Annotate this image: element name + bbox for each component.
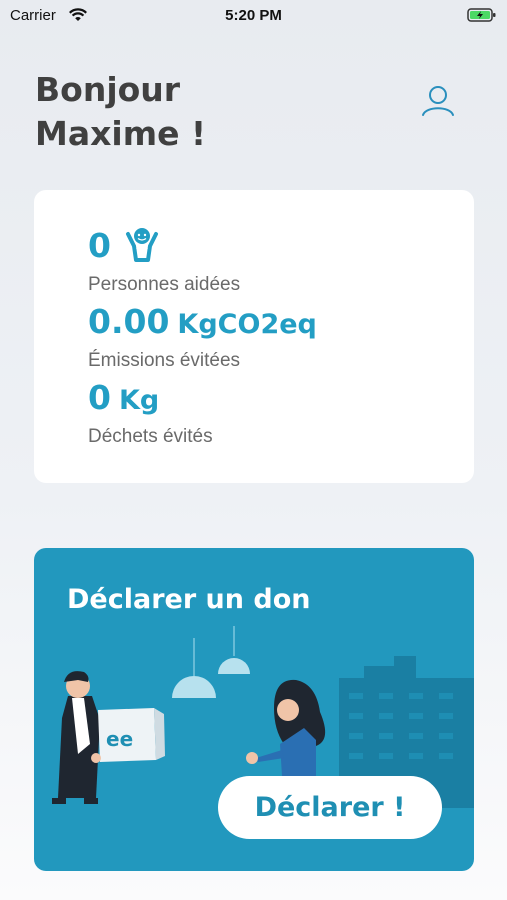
people-icon <box>122 226 162 264</box>
waste-value: 0 Kg <box>88 378 160 417</box>
status-time: 5:20 PM <box>225 7 282 24</box>
stats-card: 0 Personnes aidées 0.00 KgCO2eq Émissions… <box>34 190 474 483</box>
emissions-value: 0.00 KgCO2eq <box>88 302 317 341</box>
emissions-label: Émissions évitées <box>88 350 241 371</box>
greeting-line-1: Bonjour <box>35 70 181 109</box>
battery-icon <box>467 7 497 27</box>
declare-donation-card[interactable]: ee Déclarer un don Déclarer ! <box>34 548 474 871</box>
page-title: Bonjour Maxime ! <box>35 68 206 156</box>
people-helped-value: 0 <box>88 226 111 265</box>
people-helped-label: Personnes aidées <box>88 274 241 295</box>
man-with-box-illustration: ee <box>52 671 165 804</box>
profile-button[interactable] <box>418 82 458 122</box>
waste-unit: Kg <box>118 385 160 416</box>
greeting-line-2: Maxime ! <box>35 114 207 153</box>
declare-button[interactable]: Déclarer ! <box>218 776 442 839</box>
emissions-unit: KgCO2eq <box>177 309 317 340</box>
woman-illustration <box>246 679 326 776</box>
status-bar: Carrier 5:20 PM <box>0 0 507 32</box>
waste-label: Déchets évités <box>88 426 213 447</box>
box-logo: ee <box>106 727 133 751</box>
lamps-illustration <box>172 626 250 698</box>
user-icon <box>422 86 454 116</box>
donation-title: Déclarer un don <box>67 584 311 615</box>
